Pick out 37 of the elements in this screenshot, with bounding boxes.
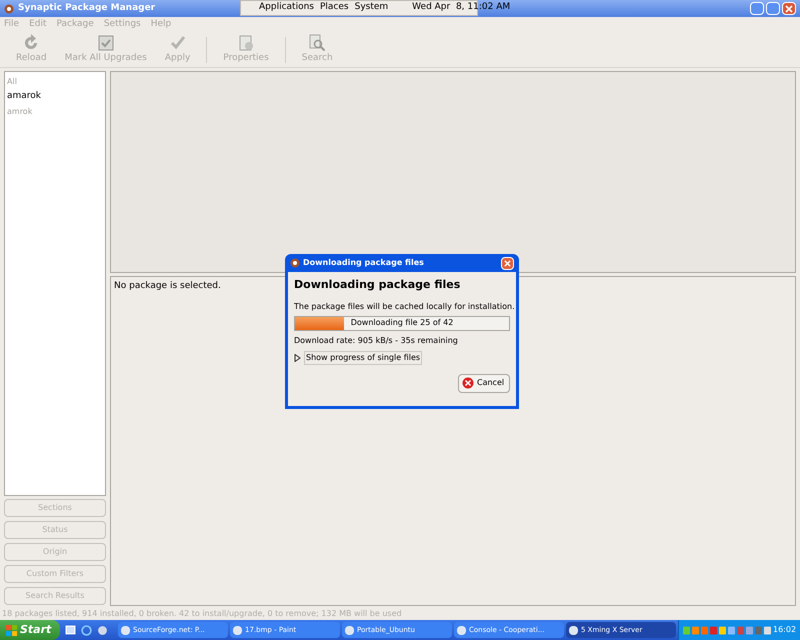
- document-icon: [237, 34, 256, 52]
- menu-item[interactable]: Help: [150, 18, 172, 32]
- expander-toggle[interactable]: Show progress of single files: [304, 350, 422, 364]
- desktop-icon[interactable]: [65, 624, 76, 636]
- cancel-button[interactable]: Cancel: [458, 374, 510, 392]
- menu-item[interactable]: Package: [56, 18, 94, 32]
- dialog-title: Downloading package files: [303, 257, 424, 269]
- minimize-button[interactable]: [750, 2, 764, 15]
- progress-label: Downloading file 25 of 42: [350, 317, 454, 329]
- close-button[interactable]: [782, 2, 796, 15]
- cancel-icon: [462, 377, 474, 389]
- details-text: No package is selected.: [114, 281, 221, 291]
- close-button[interactable]: [501, 256, 514, 270]
- menu-item[interactable]: File: [4, 18, 20, 32]
- start-button[interactable]: Start: [0, 620, 60, 640]
- close-icon: [504, 260, 511, 266]
- maximize-button[interactable]: [766, 2, 780, 15]
- dialog-heading: Downloading package files: [294, 277, 462, 293]
- status-text: 18 packages listed, 914 installed, 0 broken. 42 to install/upgrade, 0 to remove; 132 MB will be used: [2, 608, 402, 620]
- app-icon: [4, 4, 14, 14]
- panel-menu[interactable]: Applications: [259, 1, 314, 15]
- menu-item[interactable]: Settings: [104, 18, 141, 32]
- search-icon: [308, 34, 326, 52]
- checkmark-icon: [168, 34, 187, 52]
- package-icon: [96, 34, 115, 52]
- panel-menu[interactable]: Places: [320, 1, 349, 15]
- download-rate: Download rate: 905 kB/s - 35s remaining: [294, 334, 459, 346]
- taskbar-clock: 16:02: [773, 624, 796, 636]
- menu-item[interactable]: Edit: [29, 18, 46, 32]
- expander-arrow-icon[interactable]: [294, 354, 301, 362]
- filter-list-item[interactable]: amarok: [5, 89, 105, 104]
- close-icon: [785, 4, 793, 12]
- window-title: Synaptic Package Manager: [18, 2, 156, 15]
- panel-clock[interactable]: Wed Apr 8, 11:02 AM: [412, 1, 510, 15]
- windows-logo-icon: [6, 624, 17, 636]
- app-icon: [290, 258, 300, 268]
- panel-menu[interactable]: System: [354, 1, 388, 15]
